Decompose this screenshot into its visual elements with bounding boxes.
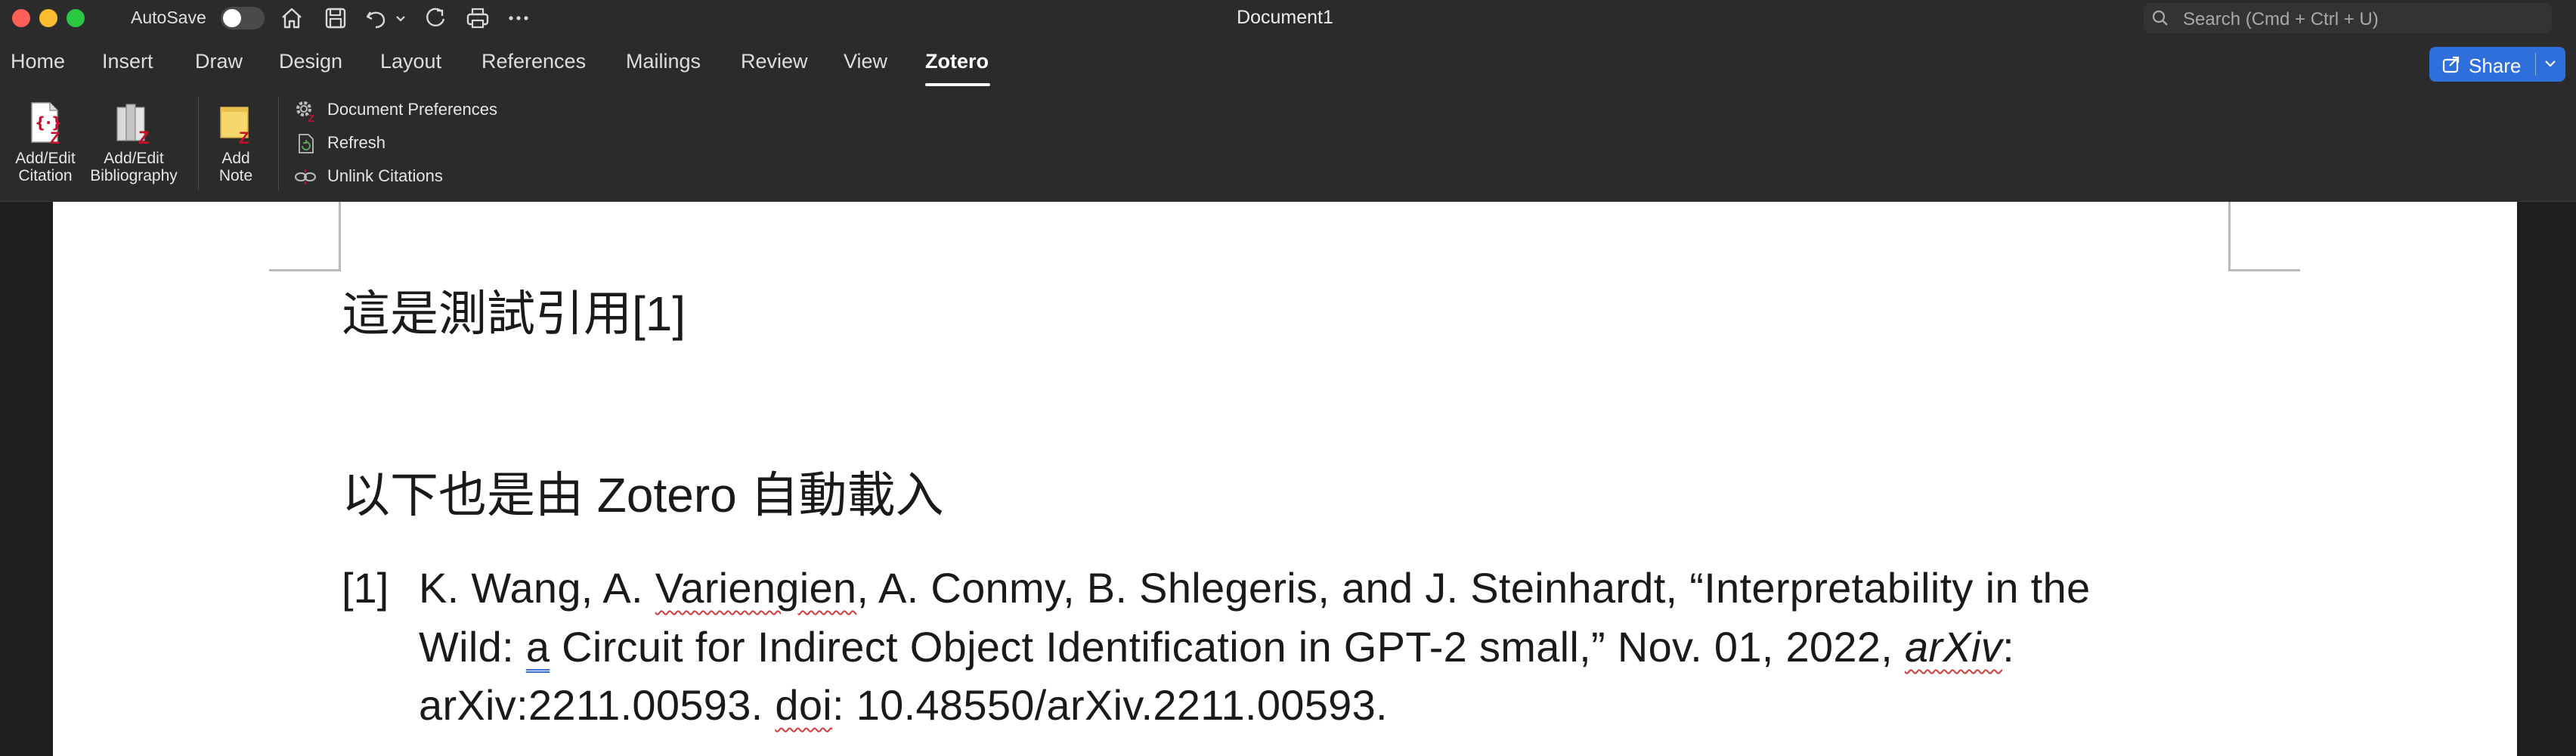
svg-text:Z: Z (138, 128, 150, 145)
add-edit-citation-button[interactable]: {∙} Z Add/Edit Citation (8, 100, 83, 184)
ribbon-tabs: Home Insert Draw Design Layout Reference… (0, 36, 2576, 89)
ribbon-separator (198, 97, 199, 191)
home-icon[interactable] (278, 5, 305, 32)
bib-text: Circuit for Indirect Object Identificati… (550, 623, 1905, 671)
tab-mailings[interactable]: Mailings (626, 50, 701, 73)
toggle-knob (223, 9, 241, 27)
more-icon[interactable] (505, 5, 532, 32)
add-note-button[interactable]: Z Add Note (206, 100, 266, 184)
bibliography-line-2[interactable]: Wild: a Circuit for Indirect Object Iden… (419, 622, 2014, 671)
maximize-window-button[interactable] (67, 9, 85, 27)
add-edit-citation-label-2: Citation (18, 167, 73, 184)
tab-references[interactable]: References (481, 50, 586, 73)
bibliography-line-3[interactable]: arXiv:2211.00593. doi: 10.48550/arXiv.22… (419, 680, 1388, 730)
redo-icon[interactable] (422, 5, 449, 32)
save-icon[interactable] (322, 5, 349, 32)
undo-dropdown-chevron-icon[interactable] (393, 5, 408, 32)
close-window-button[interactable] (12, 9, 30, 27)
add-note-label-1: Add (221, 150, 250, 167)
refresh-label: Refresh (327, 133, 386, 152)
crop-mark (2228, 202, 2231, 271)
document-preferences-label: Document Preferences (327, 100, 497, 119)
add-edit-bibliography-label-2: Bibliography (90, 167, 178, 184)
autosave-toggle[interactable] (221, 7, 265, 29)
add-note-label-2: Note (218, 167, 253, 184)
zotero-bibliography-icon: Z (116, 104, 150, 145)
print-icon[interactable] (464, 5, 491, 32)
gear-icon: Z (296, 101, 314, 122)
bibliography-line-1[interactable]: K. Wang, A. Variengien, A. Conmy, B. Shl… (419, 563, 2090, 612)
misspelled-word[interactable]: arXiv (1905, 623, 2002, 671)
share-label: Share (2469, 54, 2522, 77)
tab-insert[interactable]: Insert (102, 50, 153, 73)
tab-design[interactable]: Design (279, 50, 342, 73)
bib-text: , A. Conmy, B. Shlegeris, and J. Steinha… (856, 564, 2091, 612)
bib-text: Wild: (419, 623, 526, 671)
grammar-flagged-word[interactable]: a (526, 623, 550, 671)
add-edit-bibliography-button[interactable]: Z Add/Edit Bibliography (85, 100, 183, 184)
tab-zotero[interactable]: Zotero (925, 50, 989, 73)
zotero-citation-icon: {∙}Z (31, 102, 62, 145)
crop-mark (339, 202, 341, 271)
bib-text: K. Wang, A. (419, 564, 655, 612)
refresh-icon (299, 134, 314, 153)
autosave-label: AutoSave (131, 8, 206, 27)
title-bar: AutoSave Document1 Search (Cmd + Ctrl + … (0, 0, 2576, 36)
bibliography-number[interactable]: [1] (342, 563, 389, 612)
document-line-info[interactable]: 以下也是由 Zotero 自動載入 (342, 457, 944, 526)
misspelled-word[interactable]: Variengien (655, 564, 857, 612)
bib-text: : 10.48550/arXiv.2211.00593. (832, 681, 1388, 729)
svg-text:Z: Z (50, 129, 60, 145)
add-edit-citation-label-1: Add/Edit (15, 150, 76, 167)
svg-text:Z: Z (239, 129, 249, 145)
tab-home[interactable]: Home (11, 50, 65, 73)
tab-draw[interactable]: Draw (195, 50, 243, 73)
share-divider (2535, 53, 2536, 76)
active-tab-indicator (925, 83, 990, 86)
share-button[interactable]: Share (2429, 47, 2565, 82)
search-placeholder: Search (Cmd + Ctrl + U) (2183, 9, 2379, 29)
share-icon (2441, 54, 2461, 74)
add-edit-bibliography-label-1: Add/Edit (104, 150, 164, 167)
tab-view[interactable]: View (844, 50, 887, 73)
unlink-icon (295, 169, 316, 184)
search-icon (2151, 9, 2169, 27)
undo-icon[interactable] (363, 5, 390, 32)
crop-mark (269, 269, 341, 271)
tab-review[interactable]: Review (741, 50, 808, 73)
tab-layout[interactable]: Layout (380, 50, 441, 73)
ribbon-separator (278, 97, 279, 191)
zotero-ribbon: {∙} Z Add/Edit Citation Z Add/Edit Biblio… (0, 89, 2576, 202)
search-box[interactable]: Search (Cmd + Ctrl + U) (2144, 3, 2552, 33)
crop-mark (2228, 269, 2300, 271)
misspelled-word[interactable]: doi (775, 681, 832, 729)
document-title: Document1 (1237, 7, 1333, 28)
unlink-citations-label: Unlink Citations (327, 166, 443, 185)
bib-text: arXiv:2211.00593. (419, 681, 776, 729)
zotero-note-icon: Z (220, 107, 249, 145)
document-line-citation[interactable]: 這是測試引用[1] (342, 275, 686, 345)
bib-text: : (2002, 623, 2014, 671)
chevron-down-icon[interactable] (2541, 54, 2559, 73)
svg-text:Z: Z (308, 113, 314, 122)
minimize-window-button[interactable] (39, 9, 57, 27)
